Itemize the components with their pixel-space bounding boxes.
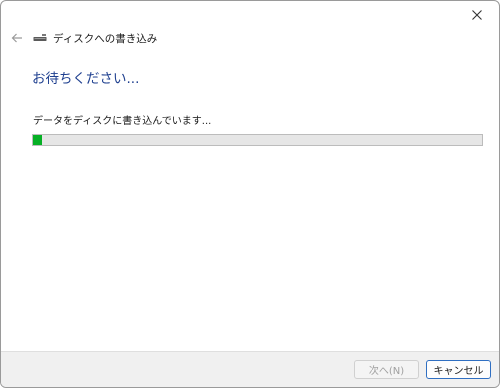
page-heading: お待ちください...: [32, 71, 140, 87]
dialog-header: ディスクへの書き込み: [1, 23, 499, 53]
progress-fill: [33, 135, 42, 145]
status-text: データをディスクに書き込んでいます...: [33, 116, 212, 127]
burn-disc-dialog: ディスクへの書き込み お待ちください... データをディスクに書き込んでいます.…: [0, 0, 500, 388]
cancel-button[interactable]: キャンセル: [426, 360, 491, 379]
progress-bar: [32, 134, 483, 146]
close-icon: [472, 10, 482, 20]
next-button[interactable]: 次へ(N): [354, 360, 419, 379]
dialog-footer: 次へ(N) キャンセル: [1, 351, 499, 387]
back-button[interactable]: [5, 26, 29, 50]
disc-drive-icon: [33, 31, 47, 45]
dialog-title: ディスクへの書き込み: [53, 32, 158, 45]
back-arrow-icon: [11, 33, 22, 43]
